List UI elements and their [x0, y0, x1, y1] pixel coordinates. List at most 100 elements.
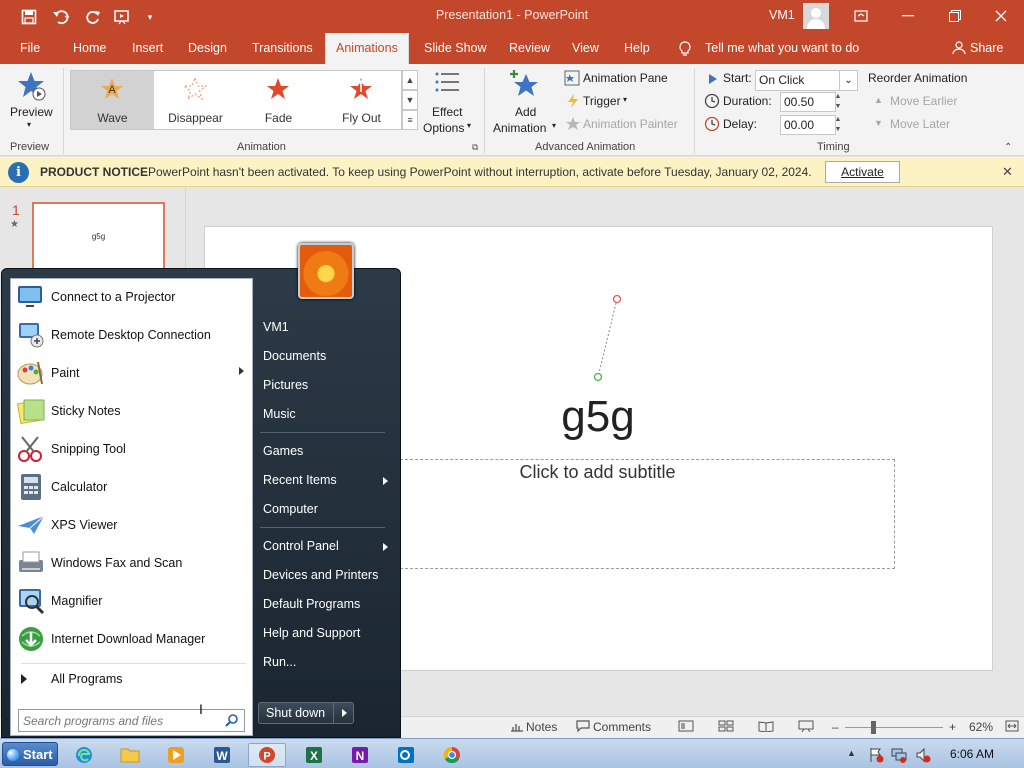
- start-games[interactable]: Games: [263, 444, 303, 458]
- effect-options-line1[interactable]: Effect: [432, 105, 462, 119]
- preview-button[interactable]: Preview: [10, 105, 53, 119]
- media-player-icon[interactable]: [157, 743, 195, 767]
- shutdown-options-arrow-icon[interactable]: [342, 709, 347, 717]
- outlook-icon[interactable]: [387, 743, 425, 767]
- program-snipping-tool[interactable]: Snipping Tool: [11, 431, 252, 467]
- program-sticky-notes[interactable]: Sticky Notes: [11, 393, 252, 429]
- user-picture[interactable]: [298, 243, 354, 299]
- program-connect-projector[interactable]: Connect to a Projector: [11, 279, 252, 315]
- search-icon[interactable]: [225, 713, 239, 730]
- start-documents[interactable]: Documents: [263, 349, 326, 363]
- slideshow-view-icon[interactable]: [798, 720, 814, 735]
- start-control-panel[interactable]: Control Panel: [263, 539, 393, 553]
- user-name[interactable]: VM1: [769, 8, 795, 22]
- preview-icon[interactable]: [15, 70, 47, 105]
- gallery-scroll-up-icon[interactable]: ▲: [402, 70, 418, 90]
- add-animation-line1[interactable]: Add: [515, 105, 536, 119]
- program-idm[interactable]: Internet Download Manager: [11, 621, 252, 657]
- comments-icon[interactable]: [576, 720, 590, 735]
- show-hidden-icons-icon[interactable]: ▲: [847, 748, 856, 758]
- reading-view-icon[interactable]: [758, 720, 774, 735]
- start-recent-items[interactable]: Recent Items: [263, 473, 393, 487]
- slide-sorter-icon[interactable]: [718, 720, 734, 735]
- notes-icon[interactable]: [510, 720, 524, 735]
- comments-button[interactable]: Comments: [593, 720, 651, 734]
- tab-slide-show[interactable]: Slide Show: [414, 33, 497, 64]
- shutdown-button[interactable]: Shut down: [258, 702, 354, 724]
- zoom-in-icon[interactable]: +: [949, 720, 956, 734]
- tell-me-search[interactable]: Tell me what you want to do: [705, 41, 859, 55]
- minimize-icon[interactable]: [893, 5, 923, 27]
- program-remote-desktop[interactable]: Remote Desktop Connection: [11, 317, 252, 353]
- tab-home[interactable]: Home: [63, 33, 116, 64]
- delay-input[interactable]: 00.00: [780, 115, 836, 135]
- gallery-scroll-down-icon[interactable]: ▼: [402, 90, 418, 110]
- restore-icon[interactable]: [940, 5, 970, 27]
- duration-input[interactable]: 00.50: [780, 92, 836, 112]
- start-pictures[interactable]: Pictures: [263, 378, 308, 392]
- rotation-handle[interactable]: [590, 292, 624, 384]
- preview-dropdown-icon[interactable]: ▾: [27, 120, 31, 129]
- trigger-icon[interactable]: [566, 93, 580, 112]
- effect-options-line2[interactable]: Options: [423, 121, 464, 135]
- tab-design[interactable]: Design: [178, 33, 237, 64]
- animation-wave[interactable]: A Wave: [71, 71, 154, 129]
- ribbon-display-options-icon[interactable]: [846, 5, 876, 27]
- share-icon[interactable]: [952, 41, 966, 58]
- volume-icon[interactable]: [915, 747, 931, 766]
- zoom-slider-thumb[interactable]: [871, 721, 876, 734]
- close-icon[interactable]: ✕: [1002, 164, 1013, 180]
- effect-options-icon[interactable]: [434, 70, 462, 103]
- tab-help[interactable]: Help: [614, 33, 660, 64]
- zoom-level[interactable]: 62%: [969, 720, 993, 734]
- search-programs-field[interactable]: [18, 709, 245, 732]
- start-run[interactable]: Run...: [263, 655, 296, 669]
- share-button[interactable]: Share: [970, 41, 1003, 55]
- program-magnifier[interactable]: Magnifier: [11, 583, 252, 619]
- gallery-more-icon[interactable]: ≡: [402, 110, 418, 130]
- program-fax-scan[interactable]: Windows Fax and Scan: [11, 545, 252, 581]
- zoom-out-icon[interactable]: –: [832, 720, 839, 734]
- normal-view-icon[interactable]: [678, 720, 694, 735]
- effect-options-dropdown-icon[interactable]: ▾: [467, 121, 471, 130]
- tab-transitions[interactable]: Transitions: [242, 33, 323, 64]
- all-programs[interactable]: All Programs: [11, 665, 252, 693]
- action-center-flag-icon[interactable]: [868, 747, 884, 766]
- animation-fly-out[interactable]: Fly Out: [320, 71, 403, 129]
- add-animation-dropdown-icon[interactable]: ▾: [552, 121, 556, 130]
- trigger-dropdown-icon[interactable]: ▾: [623, 95, 627, 104]
- start-computer[interactable]: Computer: [263, 502, 318, 516]
- powerpoint-icon[interactable]: P: [248, 743, 286, 767]
- animation-disappear[interactable]: Disappear: [154, 71, 237, 129]
- start-select[interactable]: On Click ⌄: [755, 70, 858, 91]
- program-calculator[interactable]: Calculator: [11, 469, 252, 505]
- fit-to-window-icon[interactable]: [1005, 720, 1019, 735]
- tab-review[interactable]: Review: [499, 33, 560, 64]
- animation-dialog-launcher-icon[interactable]: ⧉: [472, 142, 478, 153]
- tab-animations[interactable]: Animations: [325, 33, 409, 64]
- start-help-support[interactable]: Help and Support: [263, 626, 360, 640]
- close-icon[interactable]: [986, 5, 1016, 27]
- chrome-icon[interactable]: [433, 743, 471, 767]
- chevron-down-icon[interactable]: ⌄: [839, 71, 857, 90]
- word-icon[interactable]: W: [203, 743, 241, 767]
- tab-view[interactable]: View: [562, 33, 609, 64]
- onenote-icon[interactable]: N: [341, 743, 379, 767]
- animation-pane-button[interactable]: Animation Pane: [583, 71, 668, 85]
- tab-file[interactable]: File: [10, 33, 50, 64]
- edge-icon[interactable]: [65, 743, 103, 767]
- animation-fade[interactable]: Fade: [237, 71, 320, 129]
- excel-icon[interactable]: X: [295, 743, 333, 767]
- start-devices-printers[interactable]: Devices and Printers: [263, 568, 378, 582]
- clock[interactable]: 6:06 AM: [950, 747, 994, 761]
- start-default-programs[interactable]: Default Programs: [263, 597, 360, 611]
- animation-pane-icon[interactable]: [564, 70, 580, 89]
- start-user-link[interactable]: VM1: [263, 320, 289, 334]
- duration-stepper-icon[interactable]: ▲ ▼: [833, 92, 843, 112]
- tab-insert[interactable]: Insert: [122, 33, 173, 64]
- avatar[interactable]: [803, 3, 829, 29]
- add-animation-icon[interactable]: [508, 68, 542, 105]
- trigger-button[interactable]: Trigger: [583, 94, 621, 108]
- slide-title[interactable]: g5g: [530, 392, 666, 442]
- file-explorer-icon[interactable]: [111, 743, 149, 767]
